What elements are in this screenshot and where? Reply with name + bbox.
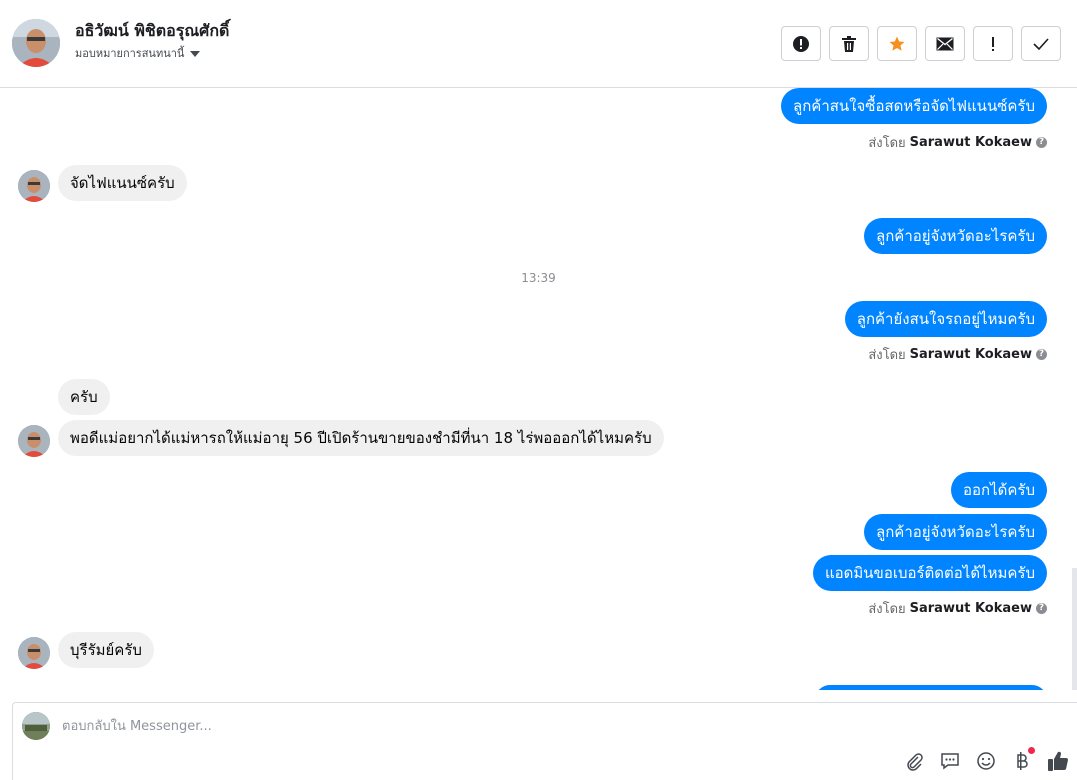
- message-bubble-outgoing[interactable]: ออกได้ครับ: [951, 472, 1047, 508]
- reply-input[interactable]: [62, 715, 762, 737]
- sent-by-label: ส่งโดย Sarawut Kokaew ?: [868, 132, 1047, 153]
- message-bubble-outgoing[interactable]: ลูกค้ายังสนใจรถอยู่ไหมครับ: [844, 301, 1047, 337]
- sent-by-prefix: ส่งโดย: [868, 348, 906, 363]
- contact-avatar-small[interactable]: [18, 637, 50, 669]
- contact-avatar-small[interactable]: [18, 425, 50, 457]
- checkmark-icon: [1033, 37, 1049, 50]
- reply-composer: [12, 702, 1077, 780]
- message-timestamp: 13:39: [521, 271, 556, 285]
- assign-conversation-label: มอบหมายการสนทนานี้: [75, 47, 185, 60]
- help-icon[interactable]: ?: [1036, 349, 1047, 360]
- baht-payment-icon: [1017, 752, 1028, 770]
- conversation-header: อธิวัฒน์ พิชิตอรุณศักดิ์ มอบหมายการสนทนา…: [0, 0, 1077, 88]
- contact-avatar[interactable]: [12, 19, 60, 67]
- trash-icon: [842, 35, 856, 52]
- contact-name[interactable]: อธิวัฒน์ พิชิตอรุณศักดิ์: [75, 19, 229, 44]
- mark-follow-up-button[interactable]: [973, 26, 1013, 61]
- assign-conversation-dropdown[interactable]: มอบหมายการสนทนานี้: [75, 44, 201, 62]
- sent-by-label: ส่งโดย Sarawut Kokaew ?: [868, 344, 1047, 365]
- attach-file-button[interactable]: [903, 750, 925, 772]
- message-bubble-outgoing-partial[interactable]: [815, 685, 1047, 690]
- mark-done-button[interactable]: [1021, 26, 1061, 61]
- thread-scrollbar[interactable]: [1072, 568, 1077, 690]
- notification-dot: [1028, 747, 1035, 754]
- emoji-button[interactable]: [975, 750, 997, 772]
- send-like-button[interactable]: [1047, 750, 1069, 772]
- emoji-icon: [977, 752, 995, 770]
- conversation-toolbar: [781, 26, 1061, 61]
- message-bubble-outgoing[interactable]: ลูกค้าสนใจซื้อสดหรือจัดไฟแนนซ์ครับ: [781, 88, 1047, 124]
- alert-circle-icon: [793, 35, 809, 52]
- message-thread[interactable]: ลูกค้าสนใจซื้อสดหรือจัดไฟแนนซ์ครับ ส่งโด…: [0, 88, 1077, 690]
- paperclip-icon: [907, 753, 923, 771]
- message-bubble-incoming[interactable]: ครับ: [58, 379, 110, 415]
- message-bubble-outgoing[interactable]: แอดมินขอเบอร์ติดต่อได้ไหมครับ: [813, 555, 1047, 591]
- saved-reply-button[interactable]: [939, 750, 961, 772]
- composer-actions: [903, 747, 1069, 772]
- mark-unread-button[interactable]: [925, 26, 965, 61]
- sent-by-label: ส่งโดย Sarawut Kokaew ?: [868, 598, 1047, 619]
- envelope-icon: [936, 37, 954, 50]
- message-bubble-incoming[interactable]: จัดไฟแนนซ์ครับ: [58, 165, 187, 201]
- like-thumb-icon: [1048, 751, 1068, 771]
- sent-by-name: Sarawut Kokaew: [909, 347, 1032, 362]
- message-bubble-incoming[interactable]: พอดีแม่อยากได้แม่หารถให้แม่อายุ 56 ปีเปิ…: [58, 420, 664, 456]
- saved-reply-icon: [941, 753, 959, 770]
- sent-by-prefix: ส่งโดย: [868, 136, 906, 151]
- contact-avatar-small[interactable]: [18, 170, 50, 202]
- delete-button[interactable]: [829, 26, 869, 61]
- payment-button[interactable]: [1011, 747, 1035, 772]
- help-icon[interactable]: ?: [1036, 603, 1047, 614]
- star-button[interactable]: [877, 26, 917, 61]
- sent-by-name: Sarawut Kokaew: [909, 601, 1032, 616]
- sent-by-prefix: ส่งโดย: [868, 602, 906, 617]
- message-bubble-outgoing[interactable]: ลูกค้าอยู่จังหวัดอะไรครับ: [864, 514, 1047, 550]
- help-icon[interactable]: ?: [1036, 137, 1047, 148]
- message-bubble-incoming[interactable]: บุรีรัมย์ครับ: [58, 632, 154, 668]
- sent-by-name: Sarawut Kokaew: [909, 135, 1032, 150]
- caret-down-icon: [190, 50, 201, 57]
- exclamation-icon: [992, 36, 994, 51]
- page-avatar: [22, 712, 50, 740]
- message-bubble-outgoing[interactable]: ลูกค้าอยู่จังหวัดอะไรครับ: [864, 218, 1047, 254]
- spam-report-button[interactable]: [781, 26, 821, 61]
- star-icon: [889, 36, 905, 51]
